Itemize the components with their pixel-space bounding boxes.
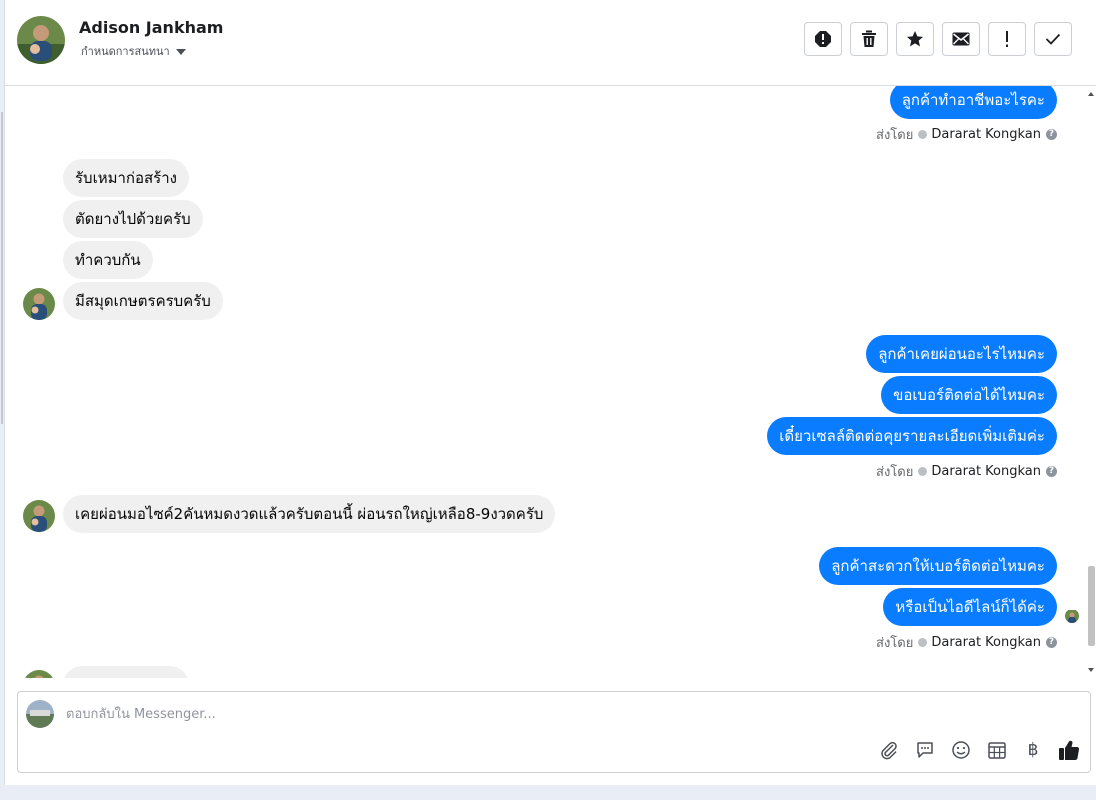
star-button[interactable] <box>896 22 934 56</box>
message-bubble-incoming[interactable]: เคยผ่อนมอไซค์2คันหมดงวดแล้วครับตอนนี้ ผ่… <box>63 495 556 533</box>
agent-name[interactable]: Dararat Kongkan <box>931 127 1041 142</box>
message-bubble-incoming[interactable]: ทำควบกัน <box>63 241 153 279</box>
attach-button[interactable] <box>878 739 900 761</box>
conversation-label-text: กำหนดการสนทนา <box>81 45 170 58</box>
scrollbar-thumb[interactable] <box>1088 566 1095 646</box>
avatar[interactable] <box>23 288 55 320</box>
emoji-icon <box>952 741 970 759</box>
like-button[interactable] <box>1058 739 1080 761</box>
spam-icon <box>815 31 831 47</box>
mark-spam-button[interactable] <box>804 22 842 56</box>
seen-avatar <box>1065 609 1079 623</box>
trash-icon <box>862 30 876 47</box>
page-icon <box>918 467 928 476</box>
message-bubble-incoming[interactable]: มีสมุดเกษตรครบครับ <box>63 282 223 320</box>
message-bubble-outgoing[interactable]: ลูกค้าเคยผ่อนอะไรไหมคะ <box>866 335 1057 373</box>
avatar[interactable] <box>23 500 55 532</box>
follow-up-button[interactable] <box>988 22 1026 56</box>
sent-by-info: ส่งโดย Dararat Kongkan ? <box>876 461 1057 482</box>
conversation-panel: Adison Jankham กำหนดการสนทนา ลูกค้าทำอาช… <box>1 0 1096 785</box>
help-icon[interactable]: ? <box>1046 129 1057 140</box>
agent-name[interactable]: Dararat Kongkan <box>931 464 1041 479</box>
star-icon <box>907 31 923 47</box>
attach-icon <box>881 741 897 760</box>
conversation-toolbar <box>804 22 1072 56</box>
check-icon <box>1045 33 1061 45</box>
contact-name[interactable]: Adison Jankham <box>79 18 223 37</box>
message-bubble-outgoing[interactable]: ลูกค้าทำอาชีพอะไรคะ <box>889 86 1057 119</box>
message-list[interactable]: ลูกค้าทำอาชีพอะไรคะ ส่งโดย Dararat Kongk… <box>5 86 1085 678</box>
message-bubble-incoming-partial[interactable] <box>63 666 189 678</box>
avatar[interactable] <box>17 16 65 64</box>
saved-replies-button[interactable] <box>914 739 936 761</box>
scroll-down-arrow-icon[interactable] <box>1088 668 1094 672</box>
exclamation-icon <box>1006 31 1008 47</box>
message-bubble-incoming[interactable]: รับเหมาก่อสร้าง <box>63 159 189 197</box>
like-icon <box>1059 740 1080 760</box>
message-bubble-outgoing[interactable]: เดี๋ยวเซลล์ติดต่อคุยรายละเอียดเพิ่มเติมค… <box>767 417 1057 455</box>
composer-toolbar: ฿ <box>878 739 1080 761</box>
caret-down-icon <box>175 49 186 55</box>
message-bubble-outgoing[interactable]: ขอเบอร์ติดต่อได้ไหมคะ <box>881 376 1057 414</box>
message-bubble-outgoing[interactable]: ลูกค้าสะดวกให้เบอร์ติดต่อไหมคะ <box>819 547 1057 585</box>
reply-input[interactable] <box>64 702 968 726</box>
delete-button[interactable] <box>850 22 888 56</box>
sent-by-label: ส่งโดย <box>876 636 914 651</box>
page-avatar <box>26 700 54 728</box>
page-icon <box>918 638 928 647</box>
sent-by-label: ส่งโดย <box>876 465 914 480</box>
sent-by-info: ส่งโดย Dararat Kongkan ? <box>876 632 1057 653</box>
conversation-label-dropdown[interactable]: กำหนดการสนทนา <box>81 42 186 60</box>
avatar[interactable] <box>23 670 55 678</box>
sent-by-info: ส่งโดย Dararat Kongkan ? <box>876 124 1057 145</box>
reply-composer: ฿ <box>17 691 1091 773</box>
page-icon <box>918 130 928 139</box>
message-bubble-incoming[interactable]: ตัดยางไปด้วยครับ <box>63 200 203 238</box>
emoji-button[interactable] <box>950 739 972 761</box>
mail-icon <box>952 32 970 46</box>
appointment-button[interactable] <box>986 739 1008 761</box>
message-bubble-outgoing[interactable]: หรือเป็นไอดีไลน์ก็ได้ค่ะ <box>883 588 1057 626</box>
scroll-up-arrow-icon[interactable] <box>1088 92 1094 96</box>
appointment-icon <box>988 742 1006 759</box>
saved-reply-icon <box>917 742 933 758</box>
mark-done-button[interactable] <box>1034 22 1072 56</box>
agent-name[interactable]: Dararat Kongkan <box>931 635 1041 650</box>
help-icon[interactable]: ? <box>1046 637 1057 648</box>
left-divider <box>1 112 3 424</box>
help-icon[interactable]: ? <box>1046 466 1057 477</box>
sent-by-label: ส่งโดย <box>876 128 914 143</box>
payment-button[interactable]: ฿ <box>1022 739 1044 761</box>
conversation-header: Adison Jankham กำหนดการสนทนา <box>5 0 1096 86</box>
baht-icon: ฿ <box>1027 740 1039 760</box>
mark-unread-button[interactable] <box>942 22 980 56</box>
